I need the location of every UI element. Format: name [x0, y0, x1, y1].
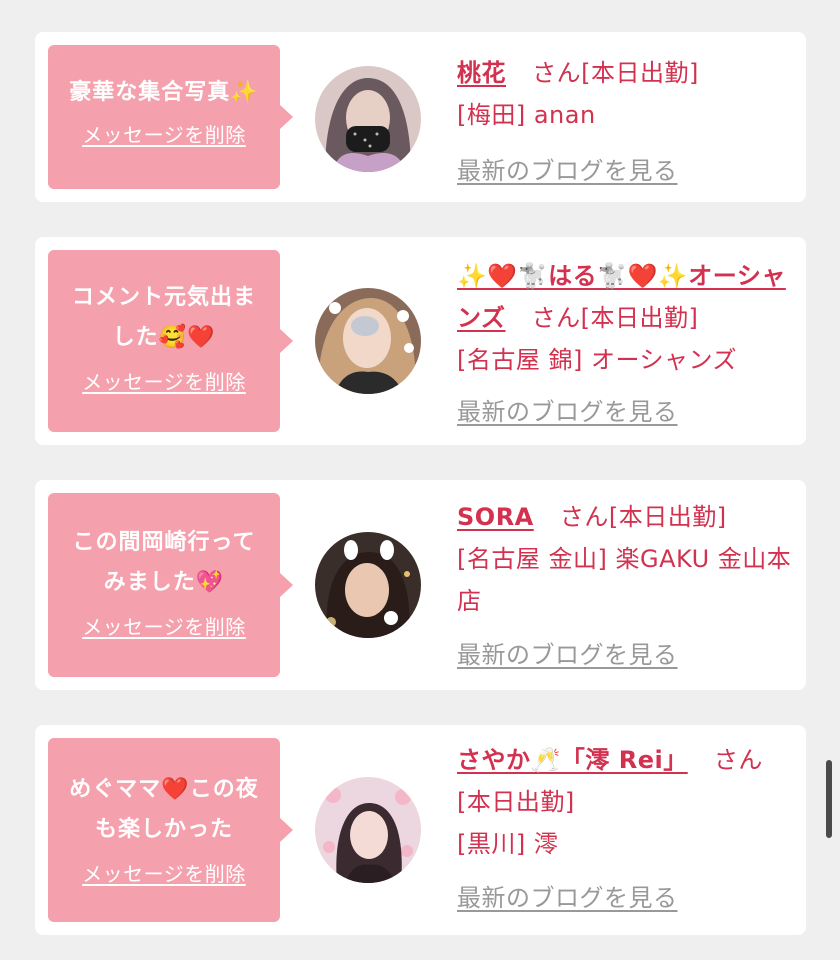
- cast-location: [黒川] 澪: [457, 830, 559, 858]
- cast-name-line: さやか🥂「澪 Rei」 さん[本日出勤]: [457, 739, 797, 823]
- cast-info: ✨❤️🐩はる🐩❤️✨オーシャンズ さん[本日出勤] [名古屋 錦] オーシャンズ…: [457, 255, 797, 433]
- cast-status: さん[本日出勤]: [559, 503, 727, 531]
- message-bubble: 豪華な集合写真✨ メッセージを削除: [48, 45, 293, 189]
- message-card: この間岡崎行って みました💖 メッセージを削除 SORA さん[本日出勤] [名…: [35, 480, 806, 690]
- avatar-photo: [315, 777, 421, 883]
- delete-message-link[interactable]: メッセージを削除: [82, 611, 246, 640]
- message-card: めぐママ❤️この夜 も楽しかった メッセージを削除 さやか🥂「澪 Rei」 さん…: [35, 725, 806, 935]
- message-text: 豪華な集合写真✨: [69, 80, 259, 105]
- delete-message-link[interactable]: メッセージを削除: [82, 858, 246, 887]
- message-text: この間岡崎行って みました💖: [72, 530, 256, 595]
- cast-name-line: SORA さん[本日出勤]: [457, 496, 797, 538]
- message-text: コメント元気出ま した🥰❤️: [71, 285, 256, 350]
- view-blog-link[interactable]: 最新のブログを見る: [457, 877, 797, 919]
- avatar[interactable]: [315, 532, 421, 638]
- message-text: めぐママ❤️この夜 も楽しかった: [69, 777, 259, 842]
- cast-name-link[interactable]: さやか🥂「澪 Rei」: [457, 746, 688, 774]
- view-blog-link[interactable]: 最新のブログを見る: [457, 391, 797, 433]
- cast-location: [名古屋 金山] 楽GAKU 金山本店: [457, 545, 792, 615]
- cast-location: [名古屋 錦] オーシャンズ: [457, 346, 738, 374]
- view-blog-link[interactable]: 最新のブログを見る: [457, 634, 797, 676]
- cast-info: SORA さん[本日出勤] [名古屋 金山] 楽GAKU 金山本店 最新のブログ…: [457, 496, 797, 676]
- cast-status: さん[本日出勤]: [532, 59, 699, 87]
- avatar[interactable]: [315, 777, 421, 883]
- delete-message-link[interactable]: メッセージを削除: [82, 366, 246, 395]
- message-bubble: この間岡崎行って みました💖 メッセージを削除: [48, 493, 293, 677]
- cast-status: さん[本日出勤]: [531, 304, 699, 332]
- cast-name-link[interactable]: 桃花: [457, 59, 506, 87]
- cast-location: [梅田] anan: [457, 101, 596, 129]
- cast-name-link[interactable]: SORA: [457, 503, 534, 531]
- avatar-photo: [315, 288, 421, 394]
- cast-info: 桃花 さん[本日出勤] [梅田] anan 最新のブログを見る: [457, 52, 797, 192]
- scrollbar[interactable]: [826, 760, 832, 838]
- cast-info: さやか🥂「澪 Rei」 さん[本日出勤] [黒川] 澪 最新のブログを見る: [457, 739, 797, 919]
- view-blog-link[interactable]: 最新のブログを見る: [457, 150, 797, 192]
- message-bubble: コメント元気出ま した🥰❤️ メッセージを削除: [48, 250, 293, 432]
- message-bubble: めぐママ❤️この夜 も楽しかった メッセージを削除: [48, 738, 293, 922]
- avatar-photo: [315, 532, 421, 638]
- message-card: 豪華な集合写真✨ メッセージを削除 桃花 さん[本日出勤] [梅田] anan …: [35, 32, 806, 202]
- cast-name-line: ✨❤️🐩はる🐩❤️✨オーシャンズ さん[本日出勤]: [457, 255, 797, 339]
- cast-name-line: 桃花 さん[本日出勤]: [457, 52, 797, 94]
- message-list: 豪華な集合写真✨ メッセージを削除 桃花 さん[本日出勤] [梅田] anan …: [0, 0, 840, 960]
- avatar-photo: [315, 66, 421, 172]
- avatar[interactable]: [315, 66, 421, 172]
- delete-message-link[interactable]: メッセージを削除: [82, 119, 246, 148]
- avatar[interactable]: [315, 288, 421, 394]
- message-card: コメント元気出ま した🥰❤️ メッセージを削除 ✨❤️🐩はる🐩❤️✨オーシャンズ…: [35, 237, 806, 445]
